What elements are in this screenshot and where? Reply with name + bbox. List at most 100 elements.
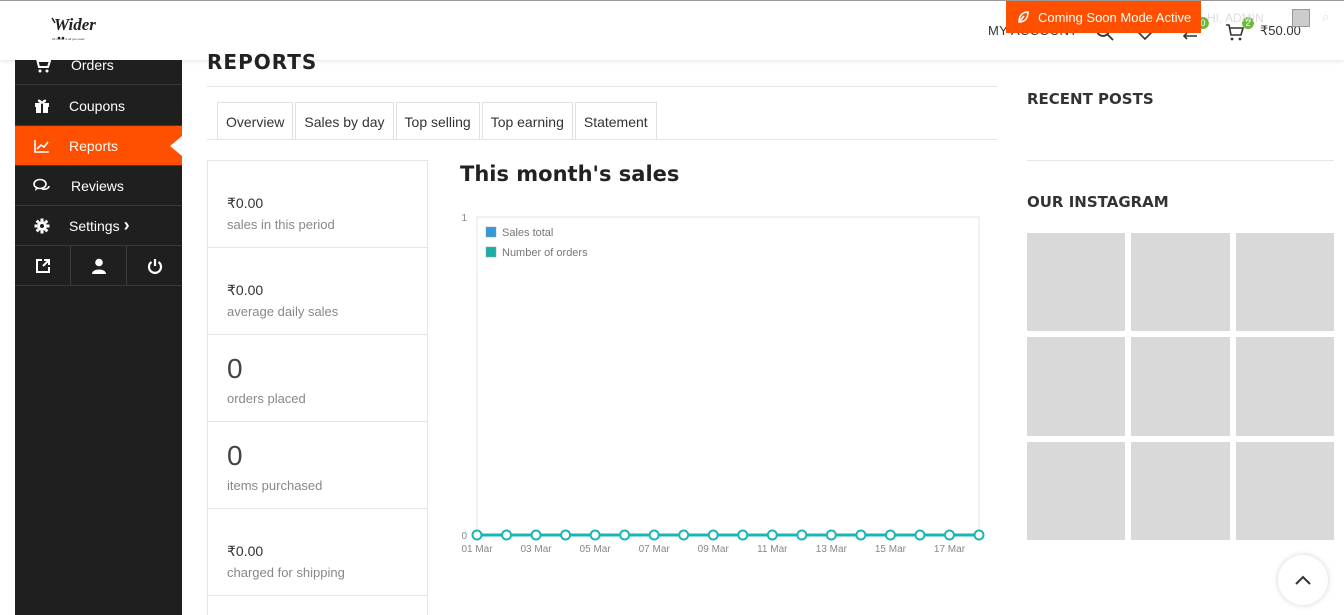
tab-top-earning[interactable]: Top earning bbox=[481, 102, 573, 140]
data-point bbox=[855, 529, 867, 541]
stat-shipping: ₹0.00 charged for shipping bbox=[208, 509, 427, 596]
x-tick-label: 01 Mar bbox=[461, 544, 493, 555]
chevron-right-icon: › bbox=[123, 215, 130, 235]
data-point bbox=[914, 529, 926, 541]
x-tick-label: 05 Mar bbox=[580, 544, 612, 555]
data-point bbox=[825, 529, 837, 541]
sidebar-item-label: Reviews bbox=[71, 177, 124, 194]
stat-label: sales in this period bbox=[227, 217, 335, 232]
sidebar-item-orders[interactable]: Orders bbox=[15, 46, 182, 85]
instagram-tile[interactable] bbox=[1131, 233, 1230, 331]
data-point bbox=[501, 529, 513, 541]
avatar[interactable] bbox=[1292, 9, 1310, 27]
sidebar-item-label: Coupons bbox=[69, 97, 126, 114]
edit-account-button[interactable] bbox=[71, 246, 127, 285]
instagram-tile[interactable] bbox=[1236, 337, 1334, 436]
external-link-icon bbox=[35, 258, 50, 273]
instagram-tile[interactable] bbox=[1131, 442, 1230, 540]
stat-sales-period: ₹0.00 sales in this period bbox=[208, 161, 427, 248]
tab-statement[interactable]: Statement bbox=[574, 102, 657, 140]
site-header: Wider All in one is all you need MY ACCO… bbox=[0, 1, 1344, 60]
stat-average-daily: ₹0.00 average daily sales bbox=[208, 248, 427, 335]
y-tick-label: 1 bbox=[461, 213, 467, 224]
chat-icon bbox=[15, 178, 69, 194]
sidebar-item-label: Orders bbox=[71, 57, 114, 73]
instagram-grid bbox=[1027, 233, 1334, 540]
sidebar-item-reviews[interactable]: Reviews bbox=[15, 166, 182, 206]
tab-overview[interactable]: Overview bbox=[217, 102, 294, 140]
legend-label: Number of orders bbox=[502, 247, 588, 259]
instagram-tile[interactable] bbox=[1131, 337, 1230, 436]
dashboard-sidebar: Orders Coupons Reports Reviews Settings … bbox=[15, 57, 182, 615]
logout-button[interactable] bbox=[127, 246, 182, 285]
stat-label: charged for shipping bbox=[227, 565, 345, 580]
data-point bbox=[973, 529, 985, 541]
legend-label: Sales total bbox=[502, 227, 553, 239]
leaf-icon bbox=[1018, 11, 1029, 23]
admin-bar-user[interactable]: HI, ADMIN bbox=[1207, 11, 1264, 25]
site-logo[interactable]: Wider All in one is all you need bbox=[50, 15, 110, 43]
divider bbox=[207, 86, 997, 87]
instagram-heading: OUR INSTAGRAM bbox=[1027, 193, 1169, 211]
instagram-tile[interactable] bbox=[1027, 337, 1125, 436]
data-point bbox=[678, 529, 690, 541]
visit-store-button[interactable] bbox=[15, 246, 71, 285]
divider bbox=[207, 139, 997, 140]
page-title: REPORTS bbox=[207, 50, 318, 74]
report-tabs: Overview Sales by day Top selling Top ea… bbox=[217, 102, 657, 140]
chevron-up-icon bbox=[1295, 575, 1311, 585]
stat-value: ₹0.00 bbox=[227, 543, 264, 559]
stat-value: ₹0.00 bbox=[227, 195, 264, 211]
gear-icon bbox=[15, 218, 69, 234]
x-tick-label: 07 Mar bbox=[639, 544, 671, 555]
plot-area bbox=[476, 216, 980, 536]
data-point bbox=[560, 529, 572, 541]
data-point bbox=[707, 529, 719, 541]
x-tick-label: 13 Mar bbox=[816, 544, 848, 555]
sidebar-item-settings[interactable]: Settings › bbox=[15, 206, 182, 246]
instagram-tile[interactable] bbox=[1027, 233, 1125, 331]
stat-label: items purchased bbox=[227, 478, 323, 493]
y-tick-label: 0 bbox=[461, 531, 467, 542]
data-point bbox=[766, 529, 778, 541]
power-icon bbox=[147, 258, 162, 274]
x-tick-label: 17 Mar bbox=[934, 544, 966, 555]
stat-orders-placed: 0 orders placed bbox=[208, 335, 427, 422]
x-tick-label: 03 Mar bbox=[520, 544, 552, 555]
x-tick-label: 09 Mar bbox=[698, 544, 730, 555]
stat-items-purchased: 0 items purchased bbox=[208, 422, 427, 509]
chart-title: This month's sales bbox=[460, 162, 680, 186]
data-point bbox=[471, 529, 483, 541]
logo-text: Wider bbox=[54, 15, 96, 34]
logo-tagline: All in one is all you need bbox=[52, 37, 85, 41]
data-point bbox=[589, 529, 601, 541]
admin-search-icon[interactable]: ⌕ bbox=[1322, 9, 1329, 25]
instagram-tile[interactable] bbox=[1027, 442, 1125, 540]
legend-swatch bbox=[485, 226, 497, 238]
data-point bbox=[884, 529, 896, 541]
sidebar-item-reports[interactable]: Reports bbox=[15, 126, 182, 166]
tab-top-selling[interactable]: Top selling bbox=[395, 102, 480, 140]
legend-swatch bbox=[485, 246, 497, 258]
data-point bbox=[530, 529, 542, 541]
data-point bbox=[796, 529, 808, 541]
stat-value: 0 bbox=[227, 353, 243, 384]
tab-sales-by-day[interactable]: Sales by day bbox=[295, 102, 394, 140]
stat-label: orders placed bbox=[227, 391, 306, 406]
user-icon bbox=[91, 258, 106, 274]
stat-value: 0 bbox=[227, 440, 243, 471]
stat-label: average daily sales bbox=[227, 304, 339, 319]
sidebar-item-coupons[interactable]: Coupons bbox=[15, 86, 182, 126]
sidebar-item-label: Reports bbox=[69, 137, 119, 154]
x-tick-label: 11 Mar bbox=[757, 544, 788, 555]
chart-line-icon bbox=[15, 139, 69, 153]
coming-soon-text: Coming Soon Mode Active bbox=[1038, 9, 1192, 25]
stats-panel: ₹0.00 sales in this period ₹0.00 average… bbox=[207, 160, 428, 615]
scroll-to-top-button[interactable] bbox=[1278, 555, 1328, 605]
sidebar-item-label: Settings bbox=[69, 217, 120, 234]
cart-icon bbox=[15, 57, 69, 73]
instagram-tile[interactable] bbox=[1236, 233, 1334, 331]
instagram-tile[interactable] bbox=[1236, 442, 1334, 540]
recent-posts-heading: RECENT POSTS bbox=[1027, 90, 1154, 108]
coming-soon-notice[interactable]: Coming Soon Mode Active bbox=[1006, 1, 1201, 33]
